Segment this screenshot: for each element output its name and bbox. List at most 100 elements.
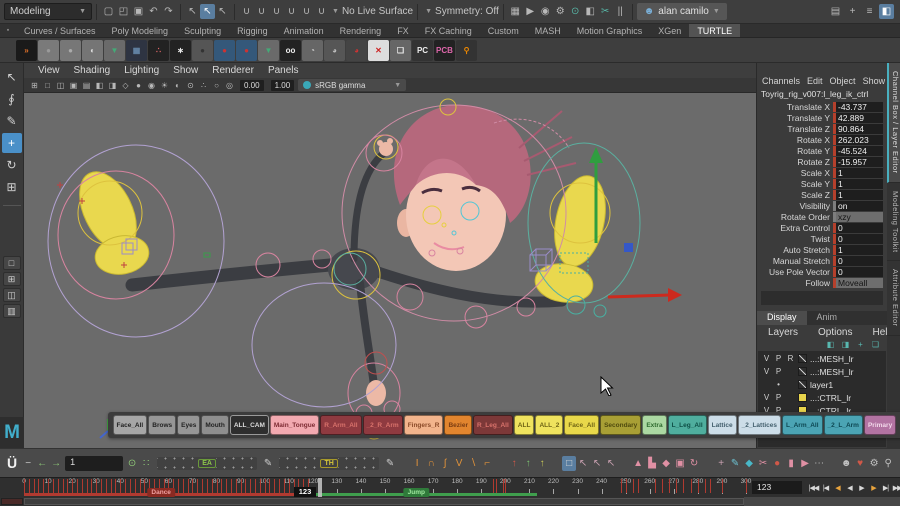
layer-swatch[interactable] [798,380,807,389]
layer-swatch[interactable] [798,393,807,402]
make-live-icon[interactable]: ∪ [314,4,329,19]
picker-button-face-all[interactable]: Face_All [564,415,600,435]
picker-button-fingers-r[interactable]: Fingers_R [403,415,444,435]
picker-button-all-cam[interactable]: ALL_CAM [229,415,269,435]
hotbox-icon[interactable]: ≡ [862,4,877,19]
menu-show[interactable]: Show [167,65,204,76]
left-boot[interactable] [68,163,152,279]
tween-slider[interactable]: TH [279,456,380,470]
layer-toggle-p[interactable]: • [774,380,783,389]
ipr-render-icon[interactable]: ◉ [538,4,553,19]
new-layer-from-selected-icon[interactable]: ❏ [870,339,881,350]
picker-button-face-all[interactable]: Face_All [112,415,148,435]
channel-value[interactable]: xzy [833,211,883,222]
paint-select-tool-icon[interactable]: ✎ [2,111,22,131]
cursor-b-icon[interactable]: ↖ [590,456,604,471]
picker-button-main-tongue[interactable]: Main_Tongue [269,415,320,435]
menu-tab-mash[interactable]: MASH [527,24,569,37]
menu-object[interactable]: Object [830,76,856,86]
ease-slider[interactable]: EA [157,456,258,470]
picker-button-r-leg-all[interactable]: R_Leg_All [473,415,513,435]
menu-view[interactable]: View [32,65,66,76]
menu-tab-fx-caching[interactable]: FX Caching [417,24,480,37]
snap-curve-icon[interactable]: ∪ [254,4,269,19]
raise-panels-icon[interactable]: ▤ [828,4,843,19]
layout-outliner-pane-icon[interactable]: ▥ [2,304,21,318]
menu-tab-custom[interactable]: Custom [480,24,527,37]
animbot-minimize-icon[interactable]: − [21,456,35,471]
select-hierarchy-icon[interactable]: ↖ [185,4,200,19]
menu-channels[interactable]: Channels [762,76,800,86]
chevron-down-icon[interactable]: ▼ [425,8,432,15]
open-scene-icon[interactable]: ◰ [116,4,131,19]
menu-options[interactable]: Options [812,327,858,338]
next-key-arrow-icon[interactable]: → [49,456,63,471]
settings-gear-icon[interactable]: ⚙ [867,456,881,471]
vp-wireframe-icon[interactable]: ◇ [119,79,132,92]
channel-value[interactable]: 0 [833,233,883,244]
layer-tab-anim[interactable]: Anim [807,311,848,325]
channel-value[interactable]: -45.524 [833,145,883,156]
move-layer-up-icon[interactable]: ◧ [825,339,836,350]
hypershade-icon[interactable]: ⊙ [568,4,583,19]
save-scene-icon[interactable]: ▣ [131,4,146,19]
shelf-redball2-icon[interactable]: ● [236,39,257,61]
play-key-icon[interactable]: ▶ [798,456,812,471]
channel-value[interactable]: on [833,200,883,211]
anim-blocks-icon[interactable]: ▙ [645,456,659,471]
menu-tab-animation[interactable]: Animation [276,24,332,37]
pause-viewport-icon[interactable]: || [613,4,628,19]
layer-toggle-v[interactable]: V [762,367,771,376]
vp-ao-icon[interactable]: ⊙ [184,79,197,92]
vp-gate-mask-icon[interactable]: ▣ [67,79,80,92]
tangent-vee-icon[interactable]: V [452,456,466,471]
cursor-c-icon[interactable]: ↖ [604,456,618,471]
channel-value[interactable]: 42.889 [833,112,883,123]
picker-button-all[interactable]: ALL [513,415,535,435]
channel-value[interactable]: 90.864 [833,123,883,134]
vp-textured-icon[interactable]: ◉ [145,79,158,92]
live-surface-label[interactable]: No Live Surface [342,6,413,17]
render-view-icon[interactable]: ▦ [508,4,523,19]
shelf-sphere2-icon[interactable]: ● [60,39,81,61]
vp-film-gate-icon[interactable]: □ [41,79,54,92]
layout-two-pane-icon[interactable]: ◫ [2,288,21,302]
menu-tab-curves-surfaces[interactable]: Curves / Surfaces [16,24,104,37]
menu-panels[interactable]: Panels [262,65,305,76]
side-tab-channel-box-layer-editor[interactable]: Channel Box / Layer Editor [887,63,900,183]
cut-faces-icon[interactable]: ✂ [598,4,613,19]
pivot-icon[interactable]: + [714,456,728,471]
layer-toggle-p[interactable]: P [774,393,783,402]
picker-button-l-leg-all[interactable]: L_Leg_All [667,415,707,435]
step-forward-key-button[interactable]: ▶ [868,481,879,494]
picker-button-2-r-arm[interactable]: _2_R_Arm [362,415,403,435]
shelf-cube-icon[interactable]: ❏ [390,39,411,61]
current-frame-field[interactable]: 123 [752,481,802,494]
shelf-green-arrow-icon[interactable]: ▼ [104,39,125,61]
channel-value[interactable]: -15.957 [833,156,883,167]
menu-set-dropdown[interactable]: Modeling ▼ [4,3,92,20]
menu-renderer[interactable]: Renderer [206,65,260,76]
layer-tab-display[interactable]: Display [757,311,807,325]
symmetry-label[interactable]: Symmetry: Off [435,6,499,17]
shelf-redx-icon[interactable]: ✕ [368,39,389,61]
new-scene-icon[interactable]: ▢ [101,4,116,19]
layer-toggle-v[interactable]: V [762,354,771,363]
tangent-linear-icon[interactable]: I [410,456,424,471]
anim-flip-icon[interactable]: ↻ [687,456,701,471]
user-account-dropdown[interactable]: ☻ alan camilo ▼ [636,3,727,20]
picker-button-2-l-arm[interactable]: _2_L_Arm [823,415,863,435]
new-empty-layer-icon[interactable]: + [855,339,866,350]
shelf-snow-icon[interactable]: ∗ [170,39,191,61]
key-green-icon[interactable]: ↑ [521,456,535,471]
tweak-pen2-icon[interactable]: ✎ [383,456,397,471]
power-icon[interactable]: ⊙ [125,456,139,471]
bookmark-label-dance[interactable]: Dance [147,488,175,497]
key-red-icon[interactable]: ↑ [507,456,521,471]
range-slider[interactable] [24,498,744,505]
picker-button-brows[interactable]: Brows [148,415,177,435]
render-settings-icon[interactable]: ⚙ [553,4,568,19]
workspace-icon[interactable]: ◧ [879,4,894,19]
channel-value[interactable]: 0 [833,222,883,233]
current-frame-marker[interactable] [318,478,323,497]
